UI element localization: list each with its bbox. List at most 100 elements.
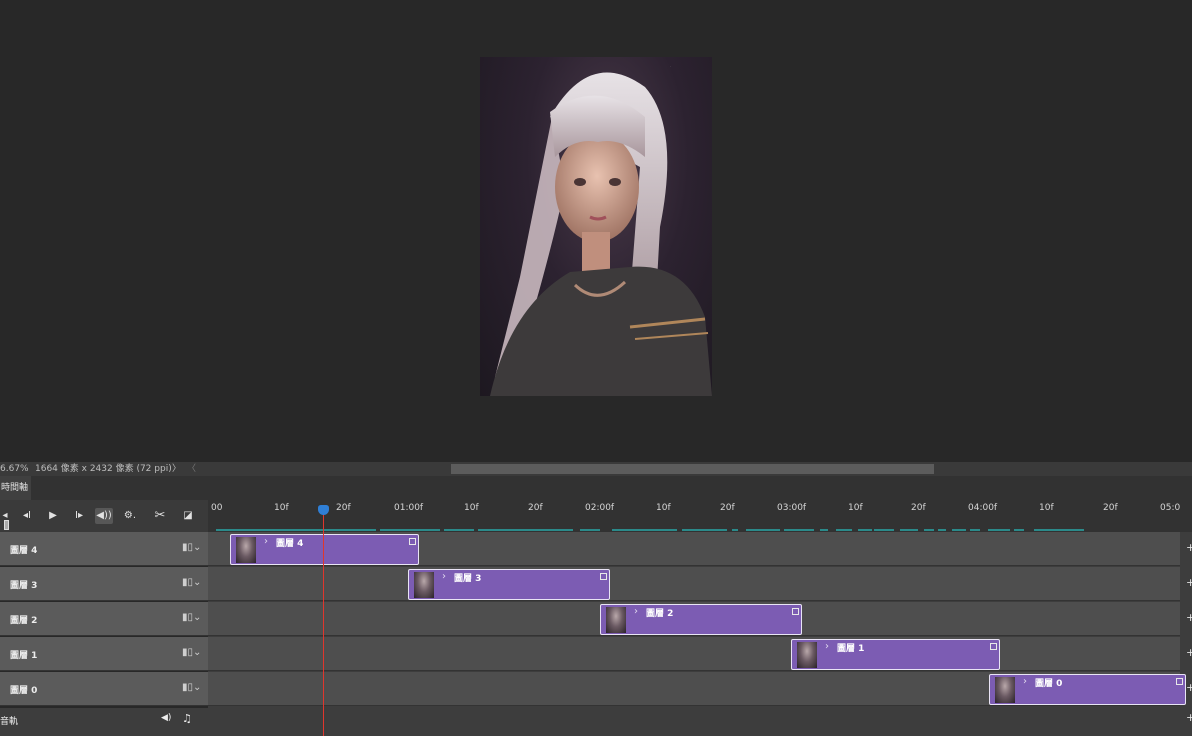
track-header[interactable]: 圖層 2 ▮▯⌄ xyxy=(0,602,208,636)
ruler-tick-label: 00 xyxy=(211,503,223,513)
timeline-controls: ◂ ◂Ι ▶ Ι▸ ◀)) ⚙. ✂ ◪ xyxy=(0,500,208,533)
add-media-button[interactable]: + xyxy=(1186,681,1192,694)
status-nav-right-icon[interactable]: 〉 xyxy=(172,462,181,476)
film-icon[interactable]: ▮▯⌄ xyxy=(182,647,201,658)
video-clip[interactable]: › 圖層 1 xyxy=(791,639,1000,670)
cache-indicator xyxy=(746,529,780,531)
status-nav-left-icon[interactable]: 〈 xyxy=(187,462,196,476)
track-name: 圖層 3 xyxy=(10,581,38,591)
add-media-button[interactable]: + xyxy=(1186,646,1192,659)
chevron-right-icon[interactable]: › xyxy=(825,641,829,652)
music-note-icon[interactable]: ♫ xyxy=(182,712,192,725)
clip-label: 圖層 4 xyxy=(276,539,304,549)
track-lane[interactable] xyxy=(208,637,1180,671)
prev-frame-button[interactable]: ◂Ι xyxy=(18,508,36,524)
ruler-tick-label: 10f xyxy=(274,503,289,513)
settings-gear-icon[interactable]: ⚙. xyxy=(121,508,139,524)
ruler-tick-label: 04:00f xyxy=(968,503,998,513)
audio-track-header[interactable]: 音軌 ◀) ♫ xyxy=(0,708,208,736)
clip-end-icon[interactable] xyxy=(409,538,416,545)
clip-end-icon[interactable] xyxy=(990,643,997,650)
ruler-tick-label: 10f xyxy=(464,503,479,513)
track-header[interactable]: 圖層 4 ▮▯⌄ xyxy=(0,532,208,566)
work-area-start-handle[interactable] xyxy=(4,520,9,530)
clip-thumbnail xyxy=(797,642,817,668)
clip-end-icon[interactable] xyxy=(600,573,607,580)
ruler-tick-label: 20f xyxy=(911,503,926,513)
ruler-tick-label: 20f xyxy=(1103,503,1118,513)
film-icon[interactable]: ▮▯⌄ xyxy=(182,542,201,553)
cache-indicator xyxy=(924,529,934,531)
cache-indicator xyxy=(1034,529,1084,531)
track-header[interactable]: 圖層 0 ▮▯⌄ xyxy=(0,672,208,706)
add-media-button[interactable]: + xyxy=(1186,576,1192,589)
cache-indicator xyxy=(380,529,440,531)
cache-indicator xyxy=(938,529,946,531)
video-clip[interactable]: › 圖層 4 xyxy=(230,534,419,565)
video-clip[interactable]: › 圖層 3 xyxy=(408,569,610,600)
cache-indicator xyxy=(970,529,980,531)
add-media-button[interactable]: + xyxy=(1186,611,1192,624)
audio-track-name: 音軌 xyxy=(0,717,19,727)
cache-indicator xyxy=(732,529,738,531)
status-bar: 6.67% 1664 像素 x 2432 像素 (72 ppi) 〉 〈 xyxy=(0,462,1192,476)
cache-indicator xyxy=(478,529,573,531)
track-lane[interactable] xyxy=(208,567,1180,601)
clip-thumbnail xyxy=(995,677,1015,703)
cache-indicator xyxy=(444,529,474,531)
clip-label: 圖層 2 xyxy=(646,609,674,619)
add-media-button[interactable]: + xyxy=(1186,711,1192,724)
next-frame-button[interactable]: Ι▸ xyxy=(70,508,88,524)
clip-label: 圖層 3 xyxy=(454,574,482,584)
track-name: 圖層 2 xyxy=(10,616,38,626)
clip-end-icon[interactable] xyxy=(1176,678,1183,685)
svg-text:.: . xyxy=(670,64,671,68)
cache-indicator xyxy=(988,529,1010,531)
ruler-tick-label: 01:00f xyxy=(394,503,424,513)
cache-indicator xyxy=(836,529,852,531)
transition-icon[interactable]: ◪ xyxy=(179,508,197,524)
time-ruler[interactable]: 00 10f 20f 01:00f 10f 20f 02:00f 10f 20f… xyxy=(208,500,1192,533)
film-icon[interactable]: ▮▯⌄ xyxy=(182,612,201,623)
split-scissors-icon[interactable]: ✂ xyxy=(151,508,169,524)
add-media-button[interactable]: + xyxy=(1186,541,1192,554)
artwork-image: . xyxy=(480,57,712,396)
speaker-icon[interactable]: ◀) xyxy=(161,713,171,723)
cache-indicator xyxy=(952,529,966,531)
clip-label: 圖層 1 xyxy=(837,644,865,654)
playhead-line[interactable] xyxy=(323,510,324,736)
chevron-right-icon[interactable]: › xyxy=(264,536,268,547)
video-clip[interactable]: › 圖層 0 xyxy=(989,674,1186,705)
track-header[interactable]: 圖層 1 ▮▯⌄ xyxy=(0,637,208,671)
audio-toggle-button[interactable]: ◀)) xyxy=(95,508,113,524)
ruler-tick-label: 03:00f xyxy=(777,503,807,513)
cache-indicator xyxy=(612,529,677,531)
clip-thumbnail xyxy=(606,607,626,633)
play-button[interactable]: ▶ xyxy=(44,508,62,524)
video-clip[interactable]: › 圖層 2 xyxy=(600,604,802,635)
chevron-right-icon[interactable]: › xyxy=(1023,676,1027,687)
ruler-tick-label: 20f xyxy=(720,503,735,513)
tab-timeline[interactable]: 時間軸 xyxy=(0,476,31,500)
ruler-tick-label: 10f xyxy=(656,503,671,513)
clip-end-icon[interactable] xyxy=(792,608,799,615)
film-icon[interactable]: ▮▯⌄ xyxy=(182,682,201,693)
chevron-right-icon[interactable]: › xyxy=(442,571,446,582)
ruler-tick-label: 05:0 xyxy=(1160,503,1181,513)
ruler-tick-label: 10f xyxy=(848,503,863,513)
document-canvas[interactable]: . xyxy=(0,0,1192,462)
cache-indicator xyxy=(900,529,918,531)
track-headers: 圖層 4 ▮▯⌄ 圖層 3 ▮▯⌄ 圖層 2 ▮▯⌄ 圖層 1 ▮▯⌄ 圖層 0… xyxy=(0,532,208,736)
chevron-right-icon[interactable]: › xyxy=(634,606,638,617)
clip-label: 圖層 0 xyxy=(1035,679,1063,689)
film-icon[interactable]: ▮▯⌄ xyxy=(182,577,201,588)
track-name: 圖層 4 xyxy=(10,546,38,556)
horizontal-scrollbar[interactable] xyxy=(451,464,934,474)
ruler-tick-label: 20f xyxy=(336,503,351,513)
portrait-illustration: . xyxy=(490,64,712,396)
cache-indicator xyxy=(682,529,727,531)
track-header[interactable]: 圖層 3 ▮▯⌄ xyxy=(0,567,208,601)
zoom-level[interactable]: 6.67% xyxy=(0,462,29,476)
document-dimensions: 1664 像素 x 2432 像素 (72 ppi) xyxy=(35,464,172,474)
clip-thumbnail xyxy=(236,537,256,563)
